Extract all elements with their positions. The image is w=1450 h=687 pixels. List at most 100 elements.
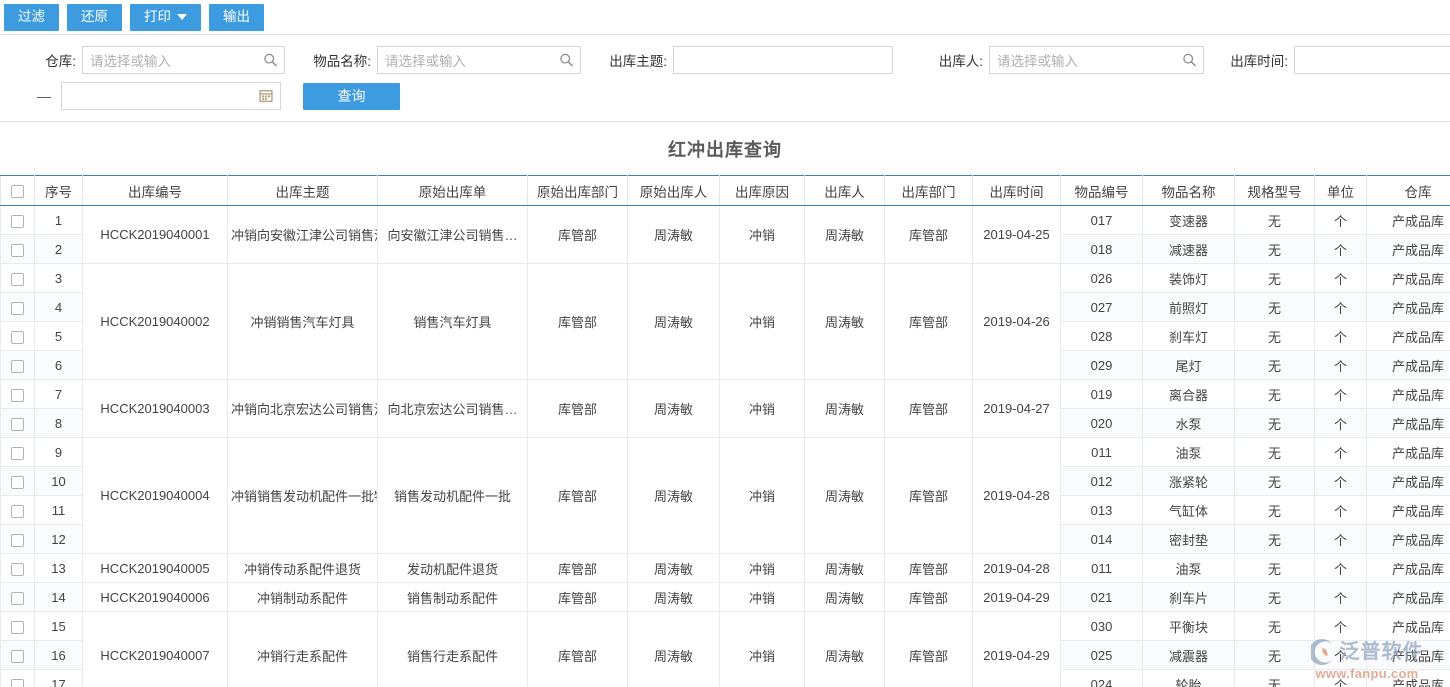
cell-item-name[interactable]: 装饰灯	[1143, 264, 1235, 293]
cell-item-no[interactable]: 011	[1061, 554, 1143, 583]
out-time-input[interactable]	[1294, 46, 1450, 74]
cell-item-no[interactable]: 024	[1061, 670, 1143, 687]
cell-item-no[interactable]: 025	[1061, 641, 1143, 670]
cell-item-no[interactable]: 017	[1061, 206, 1143, 235]
cell-item-name[interactable]: 前照灯	[1143, 293, 1235, 322]
cell-out-no[interactable]: HCCK2019040004	[83, 438, 228, 554]
row-checkbox[interactable]	[1, 612, 35, 641]
cell-out-person[interactable]: 周涛敏	[805, 206, 885, 264]
search-icon[interactable]	[263, 53, 278, 68]
row-checkbox[interactable]	[1, 670, 35, 687]
cell-item-no[interactable]: 012	[1061, 467, 1143, 496]
cell-item-no[interactable]: 019	[1061, 380, 1143, 409]
cell-item-name[interactable]: 离合器	[1143, 380, 1235, 409]
row-checkbox[interactable]	[1, 409, 35, 438]
row-checkbox[interactable]	[1, 525, 35, 554]
cell-item-no[interactable]: 018	[1061, 235, 1143, 264]
checkbox-icon[interactable]	[11, 418, 24, 431]
print-button[interactable]: 打印	[130, 4, 201, 31]
row-checkbox[interactable]	[1, 351, 35, 380]
table-row[interactable]: 14HCCK2019040006冲销制动系配件销售制动系配件库管部周涛敏冲销周涛…	[1, 583, 1450, 612]
cell-item-no[interactable]: 026	[1061, 264, 1143, 293]
cell-item-name[interactable]: 刹车灯	[1143, 322, 1235, 351]
search-icon[interactable]	[1182, 53, 1197, 68]
checkbox-icon[interactable]	[11, 534, 24, 547]
cell-item-no[interactable]: 029	[1061, 351, 1143, 380]
cell-out-subject[interactable]: 冲销制动系配件	[228, 583, 378, 612]
cell-item-name[interactable]: 减速器	[1143, 235, 1235, 264]
cell-out-no[interactable]: HCCK2019040005	[83, 554, 228, 583]
table-row[interactable]: 13HCCK2019040005冲销传动系配件退货发动机配件退货库管部周涛敏冲销…	[1, 554, 1450, 583]
row-checkbox[interactable]	[1, 293, 35, 322]
row-checkbox[interactable]	[1, 380, 35, 409]
cell-out-no[interactable]: HCCK2019040003	[83, 380, 228, 438]
table-row[interactable]: 1HCCK2019040001冲销向安徽江津公司销售汽车配件向安徽江津公司销售……	[1, 206, 1450, 235]
cell-out-subject[interactable]: 冲销销售发动机配件一批物品	[228, 438, 378, 554]
checkbox-icon[interactable]	[11, 302, 24, 315]
calendar-icon[interactable]	[259, 89, 274, 104]
row-checkbox[interactable]	[1, 554, 35, 583]
cell-item-no[interactable]: 028	[1061, 322, 1143, 351]
row-checkbox[interactable]	[1, 583, 35, 612]
table-row[interactable]: 3HCCK2019040002冲销销售汽车灯具销售汽车灯具库管部周涛敏冲销周涛敏…	[1, 264, 1450, 293]
filter-button[interactable]: 过滤	[4, 4, 59, 31]
checkbox-icon[interactable]	[11, 679, 24, 687]
cell-out-subject[interactable]: 冲销行走系配件	[228, 612, 378, 687]
cell-out-subject[interactable]: 冲销向北京宏达公司销售汽车配件	[228, 380, 378, 438]
checkbox-icon[interactable]	[11, 215, 24, 228]
cell-out-person[interactable]: 周涛敏	[805, 583, 885, 612]
row-checkbox[interactable]	[1, 467, 35, 496]
cell-item-name[interactable]: 涨紧轮	[1143, 467, 1235, 496]
checkbox-icon[interactable]	[11, 592, 24, 605]
checkbox-icon[interactable]	[11, 621, 24, 634]
cell-out-person[interactable]: 周涛敏	[805, 612, 885, 687]
cell-out-person[interactable]: 周涛敏	[805, 554, 885, 583]
cell-item-name[interactable]: 尾灯	[1143, 351, 1235, 380]
row-checkbox[interactable]	[1, 496, 35, 525]
checkbox-icon[interactable]	[11, 273, 24, 286]
cell-out-no[interactable]: HCCK2019040002	[83, 264, 228, 380]
cell-item-name[interactable]: 油泵	[1143, 438, 1235, 467]
cell-out-person[interactable]: 周涛敏	[805, 264, 885, 380]
cell-item-name[interactable]: 油泵	[1143, 554, 1235, 583]
checkbox-icon[interactable]	[11, 505, 24, 518]
cell-out-no[interactable]: HCCK2019040001	[83, 206, 228, 264]
row-checkbox[interactable]	[1, 206, 35, 235]
date-to-input[interactable]	[61, 82, 281, 110]
export-button[interactable]: 输出	[209, 4, 264, 31]
table-row[interactable]: 15HCCK2019040007冲销行走系配件销售行走系配件库管部周涛敏冲销周涛…	[1, 612, 1450, 641]
cell-item-name[interactable]: 水泵	[1143, 409, 1235, 438]
cell-item-name[interactable]: 刹车片	[1143, 583, 1235, 612]
checkbox-icon[interactable]	[11, 360, 24, 373]
row-checkbox[interactable]	[1, 322, 35, 351]
cell-out-person[interactable]: 周涛敏	[805, 438, 885, 554]
cell-out-subject[interactable]: 冲销传动系配件退货	[228, 554, 378, 583]
cell-item-name[interactable]: 气缸体	[1143, 496, 1235, 525]
cell-item-no[interactable]: 030	[1061, 612, 1143, 641]
cell-item-name[interactable]: 平衡块	[1143, 612, 1235, 641]
checkbox-icon[interactable]	[11, 331, 24, 344]
search-button[interactable]: 查询	[303, 83, 400, 110]
checkbox-icon[interactable]	[11, 389, 24, 402]
cell-item-no[interactable]: 027	[1061, 293, 1143, 322]
cell-item-name[interactable]: 减震器	[1143, 641, 1235, 670]
item-name-input[interactable]: 请选择或输入	[377, 46, 581, 74]
cell-out-subject[interactable]: 冲销向安徽江津公司销售汽车配件	[228, 206, 378, 264]
cell-item-name[interactable]: 变速器	[1143, 206, 1235, 235]
select-all-checkbox[interactable]	[1, 176, 35, 206]
restore-button[interactable]: 还原	[67, 4, 122, 31]
checkbox-icon[interactable]	[11, 650, 24, 663]
search-icon[interactable]	[559, 53, 574, 68]
checkbox-icon[interactable]	[11, 244, 24, 257]
cell-item-no[interactable]: 013	[1061, 496, 1143, 525]
checkbox-icon[interactable]	[11, 563, 24, 576]
table-row[interactable]: 7HCCK2019040003冲销向北京宏达公司销售汽车配件向北京宏达公司销售……	[1, 380, 1450, 409]
cell-item-name[interactable]: 密封垫	[1143, 525, 1235, 554]
cell-item-no[interactable]: 011	[1061, 438, 1143, 467]
checkbox-icon[interactable]	[11, 476, 24, 489]
cell-out-no[interactable]: HCCK2019040007	[83, 612, 228, 687]
table-row[interactable]: 9HCCK2019040004冲销销售发动机配件一批物品销售发动机配件一批库管部…	[1, 438, 1450, 467]
checkbox-icon[interactable]	[11, 185, 24, 198]
row-checkbox[interactable]	[1, 235, 35, 264]
row-checkbox[interactable]	[1, 264, 35, 293]
